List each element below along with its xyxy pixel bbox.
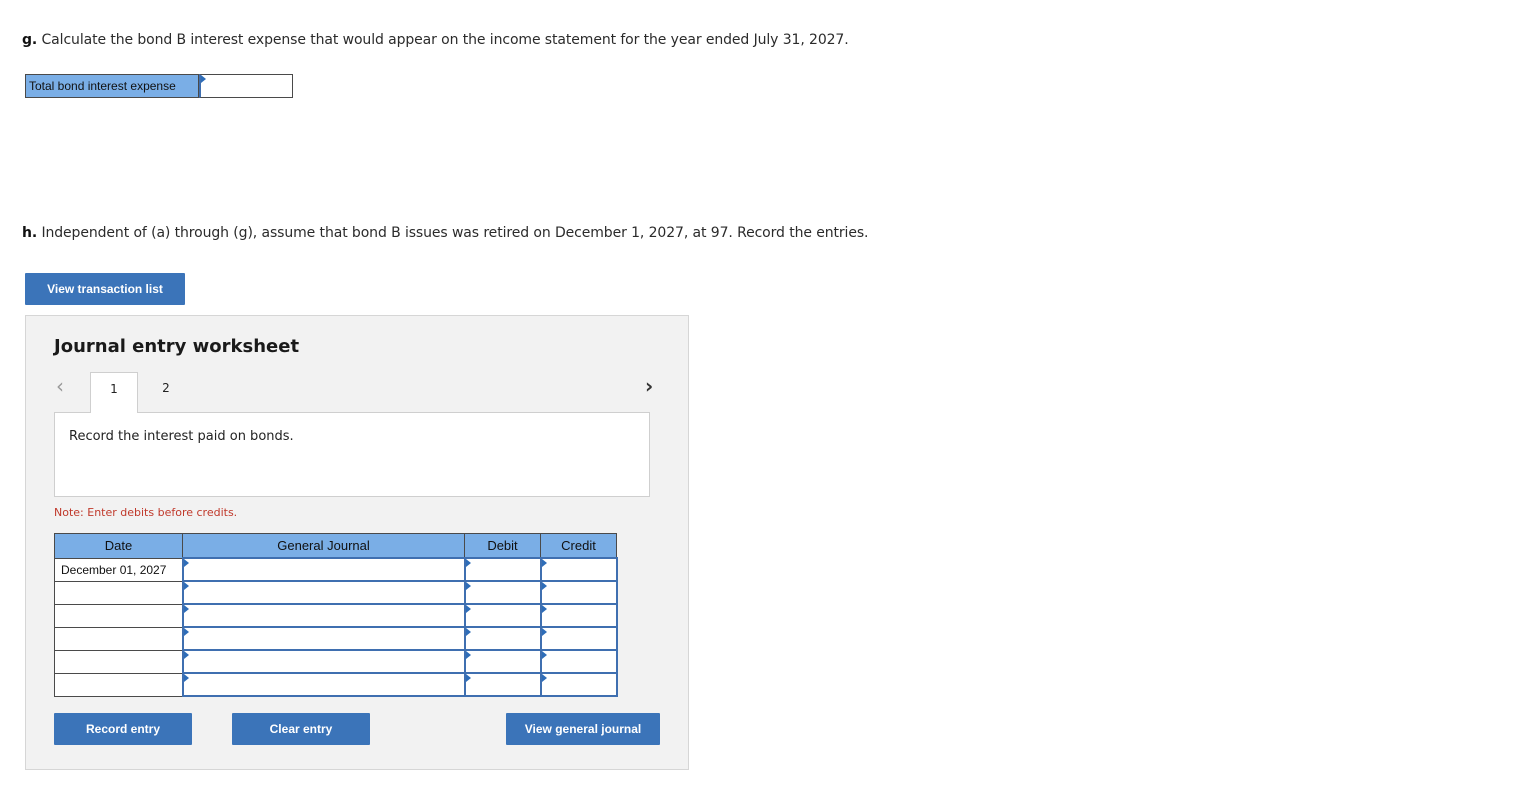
debit-column-header: Debit	[464, 533, 541, 559]
date-cell[interactable]	[54, 603, 183, 628]
question-h-letter: h.	[22, 225, 38, 241]
table-row	[54, 580, 618, 605]
chevron-right-icon[interactable]: ›	[645, 376, 653, 396]
debit-input[interactable]	[463, 626, 542, 651]
account-select[interactable]	[181, 626, 466, 651]
debit-input[interactable]	[463, 580, 542, 605]
transaction-description: Record the interest paid on bonds.	[69, 429, 294, 444]
account-select[interactable]	[181, 580, 466, 605]
debit-input[interactable]	[463, 649, 542, 674]
account-select[interactable]	[181, 672, 466, 697]
account-select[interactable]	[181, 557, 466, 582]
debit-input[interactable]	[463, 557, 542, 582]
table-row	[54, 672, 618, 697]
debit-credit-note: Note: Enter debits before credits.	[54, 506, 238, 519]
date-cell[interactable]	[54, 580, 183, 605]
general-journal-column-header: General Journal	[182, 533, 465, 559]
total-bond-interest-input[interactable]	[199, 74, 293, 98]
clear-entry-button[interactable]: Clear entry	[232, 713, 370, 745]
account-select[interactable]	[181, 603, 466, 628]
account-select[interactable]	[181, 649, 466, 674]
credit-input[interactable]	[539, 557, 618, 582]
debit-input[interactable]	[463, 603, 542, 628]
date-column-header: Date	[54, 533, 183, 559]
date-cell[interactable]	[54, 649, 183, 674]
table-row	[54, 649, 618, 674]
question-g-text: Calculate the bond B interest expense th…	[41, 32, 849, 48]
debit-input[interactable]	[463, 672, 542, 697]
view-general-journal-button[interactable]: View general journal	[506, 713, 660, 745]
journal-table: Date General Journal Debit Credit Decemb…	[54, 533, 618, 697]
total-bond-interest-label: Total bond interest expense	[25, 74, 199, 98]
transaction-description-box: Record the interest paid on bonds.	[54, 412, 650, 497]
date-cell[interactable]: December 01, 2027	[54, 557, 183, 582]
worksheet-title: Journal entry worksheet	[54, 336, 300, 357]
credit-input[interactable]	[539, 626, 618, 651]
table-row: December 01, 2027	[54, 557, 618, 582]
table-row	[54, 603, 618, 628]
answer-row: Total bond interest expense	[25, 74, 293, 98]
question-g: g. Calculate the bond B interest expense…	[22, 32, 849, 48]
tab-2[interactable]: 2	[142, 372, 190, 413]
date-cell[interactable]	[54, 672, 183, 697]
table-row	[54, 626, 618, 651]
credit-input[interactable]	[539, 580, 618, 605]
credit-input[interactable]	[539, 649, 618, 674]
journal-entry-worksheet: Journal entry worksheet ‹ 1 2 › Record t…	[25, 315, 689, 770]
question-g-letter: g.	[22, 32, 38, 48]
date-cell[interactable]	[54, 626, 183, 651]
question-h-text: Independent of (a) through (g), assume t…	[41, 225, 869, 241]
question-h: h. Independent of (a) through (g), assum…	[22, 225, 869, 241]
journal-header-row: Date General Journal Debit Credit	[54, 533, 617, 559]
chevron-left-icon[interactable]: ‹	[56, 376, 64, 396]
tab-1[interactable]: 1	[90, 372, 138, 413]
view-transaction-list-button[interactable]: View transaction list	[25, 273, 185, 305]
credit-input[interactable]	[539, 603, 618, 628]
credit-column-header: Credit	[540, 533, 617, 559]
record-entry-button[interactable]: Record entry	[54, 713, 192, 745]
credit-input[interactable]	[539, 672, 618, 697]
